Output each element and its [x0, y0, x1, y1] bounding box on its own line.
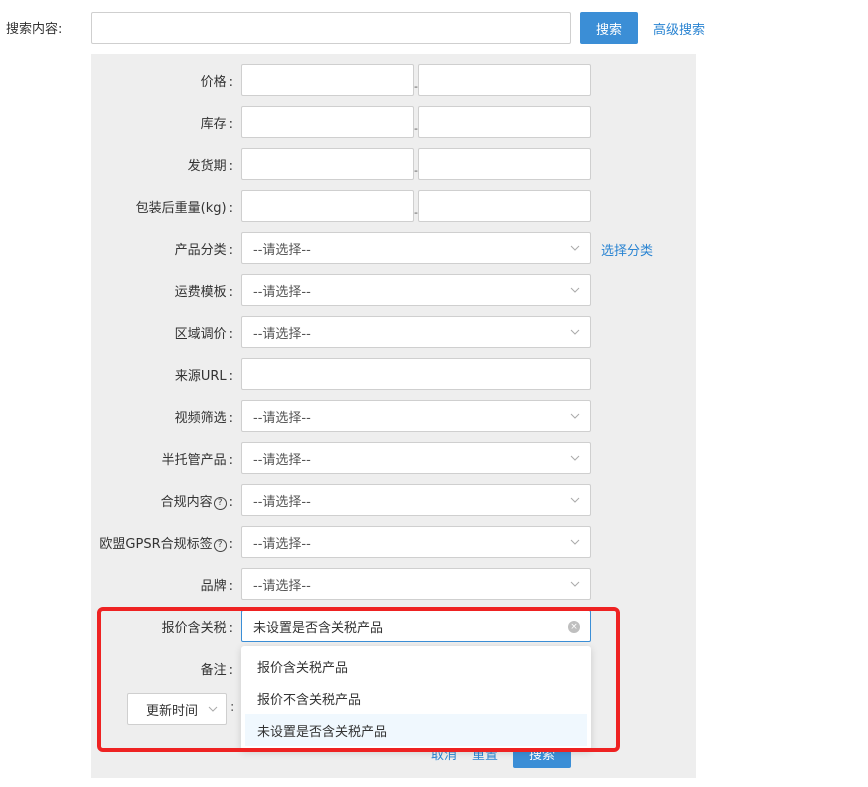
chevron-down-icon — [570, 497, 580, 503]
help-icon[interactable]: ? — [213, 539, 227, 552]
semi-managed-label: 半托管产品: — [161, 453, 233, 468]
stock-min-input[interactable] — [241, 106, 414, 138]
chevron-down-icon — [570, 245, 580, 251]
region-select-value: --请选择-- — [253, 326, 311, 342]
chevron-down-icon — [570, 329, 580, 335]
compliance-select[interactable]: --请选择-- — [241, 484, 591, 516]
source-url-input[interactable] — [241, 358, 591, 390]
weight-min-input[interactable] — [241, 190, 414, 222]
search-input[interactable] — [91, 12, 571, 44]
ship-min-input[interactable] — [241, 148, 414, 180]
compliance-label: 合规内容?: — [160, 495, 233, 510]
region-select[interactable]: --请选择-- — [241, 316, 591, 348]
gpsr-select-value: --请选择-- — [253, 536, 311, 552]
freight-select[interactable]: --请选择-- — [241, 274, 591, 306]
chevron-down-icon — [570, 287, 580, 293]
gpsr-label: 欧盟GPSR合规标签?: — [99, 537, 233, 552]
stock-label: 库存: — [200, 117, 233, 132]
category-select[interactable]: --请选择-- — [241, 232, 591, 264]
brand-label: 品牌: — [200, 579, 233, 594]
help-icon[interactable]: ? — [213, 497, 227, 510]
chevron-down-icon — [570, 413, 580, 419]
highlight-annotation-box — [97, 607, 620, 752]
price-min-input[interactable] — [241, 64, 414, 96]
region-label: 区域调价: — [174, 327, 233, 342]
freight-label: 运费模板: — [174, 285, 233, 300]
video-select[interactable]: --请选择-- — [241, 400, 591, 432]
price-label: 价格: — [200, 75, 233, 90]
stock-max-input[interactable] — [418, 106, 591, 138]
ship-max-input[interactable] — [418, 148, 591, 180]
chevron-down-icon — [570, 581, 580, 587]
weight-label: 包装后重量(kg): — [135, 201, 233, 216]
category-label: 产品分类: — [174, 243, 233, 258]
semi-managed-select[interactable]: --请选择-- — [241, 442, 591, 474]
brand-select[interactable]: --请选择-- — [241, 568, 591, 600]
compliance-select-value: --请选择-- — [253, 494, 311, 510]
weight-max-input[interactable] — [418, 190, 591, 222]
search-label: 搜索内容: — [6, 22, 63, 37]
semi-managed-select-value: --请选择-- — [253, 452, 311, 468]
search-button[interactable]: 搜索 — [580, 12, 638, 44]
freight-select-value: --请选择-- — [253, 284, 311, 300]
ship-period-label: 发货期: — [187, 159, 233, 174]
price-max-input[interactable] — [418, 64, 591, 96]
chevron-down-icon — [570, 455, 580, 461]
advanced-search-link[interactable]: 高级搜索 — [653, 19, 705, 38]
video-label: 视频筛选: — [174, 411, 233, 426]
video-select-value: --请选择-- — [253, 410, 311, 426]
category-select-value: --请选择-- — [253, 242, 311, 258]
chevron-down-icon — [570, 539, 580, 545]
source-url-label: 来源URL: — [174, 369, 233, 384]
gpsr-select[interactable]: --请选择-- — [241, 526, 591, 558]
choose-category-link[interactable]: 选择分类 — [601, 240, 653, 259]
brand-select-value: --请选择-- — [253, 578, 311, 594]
